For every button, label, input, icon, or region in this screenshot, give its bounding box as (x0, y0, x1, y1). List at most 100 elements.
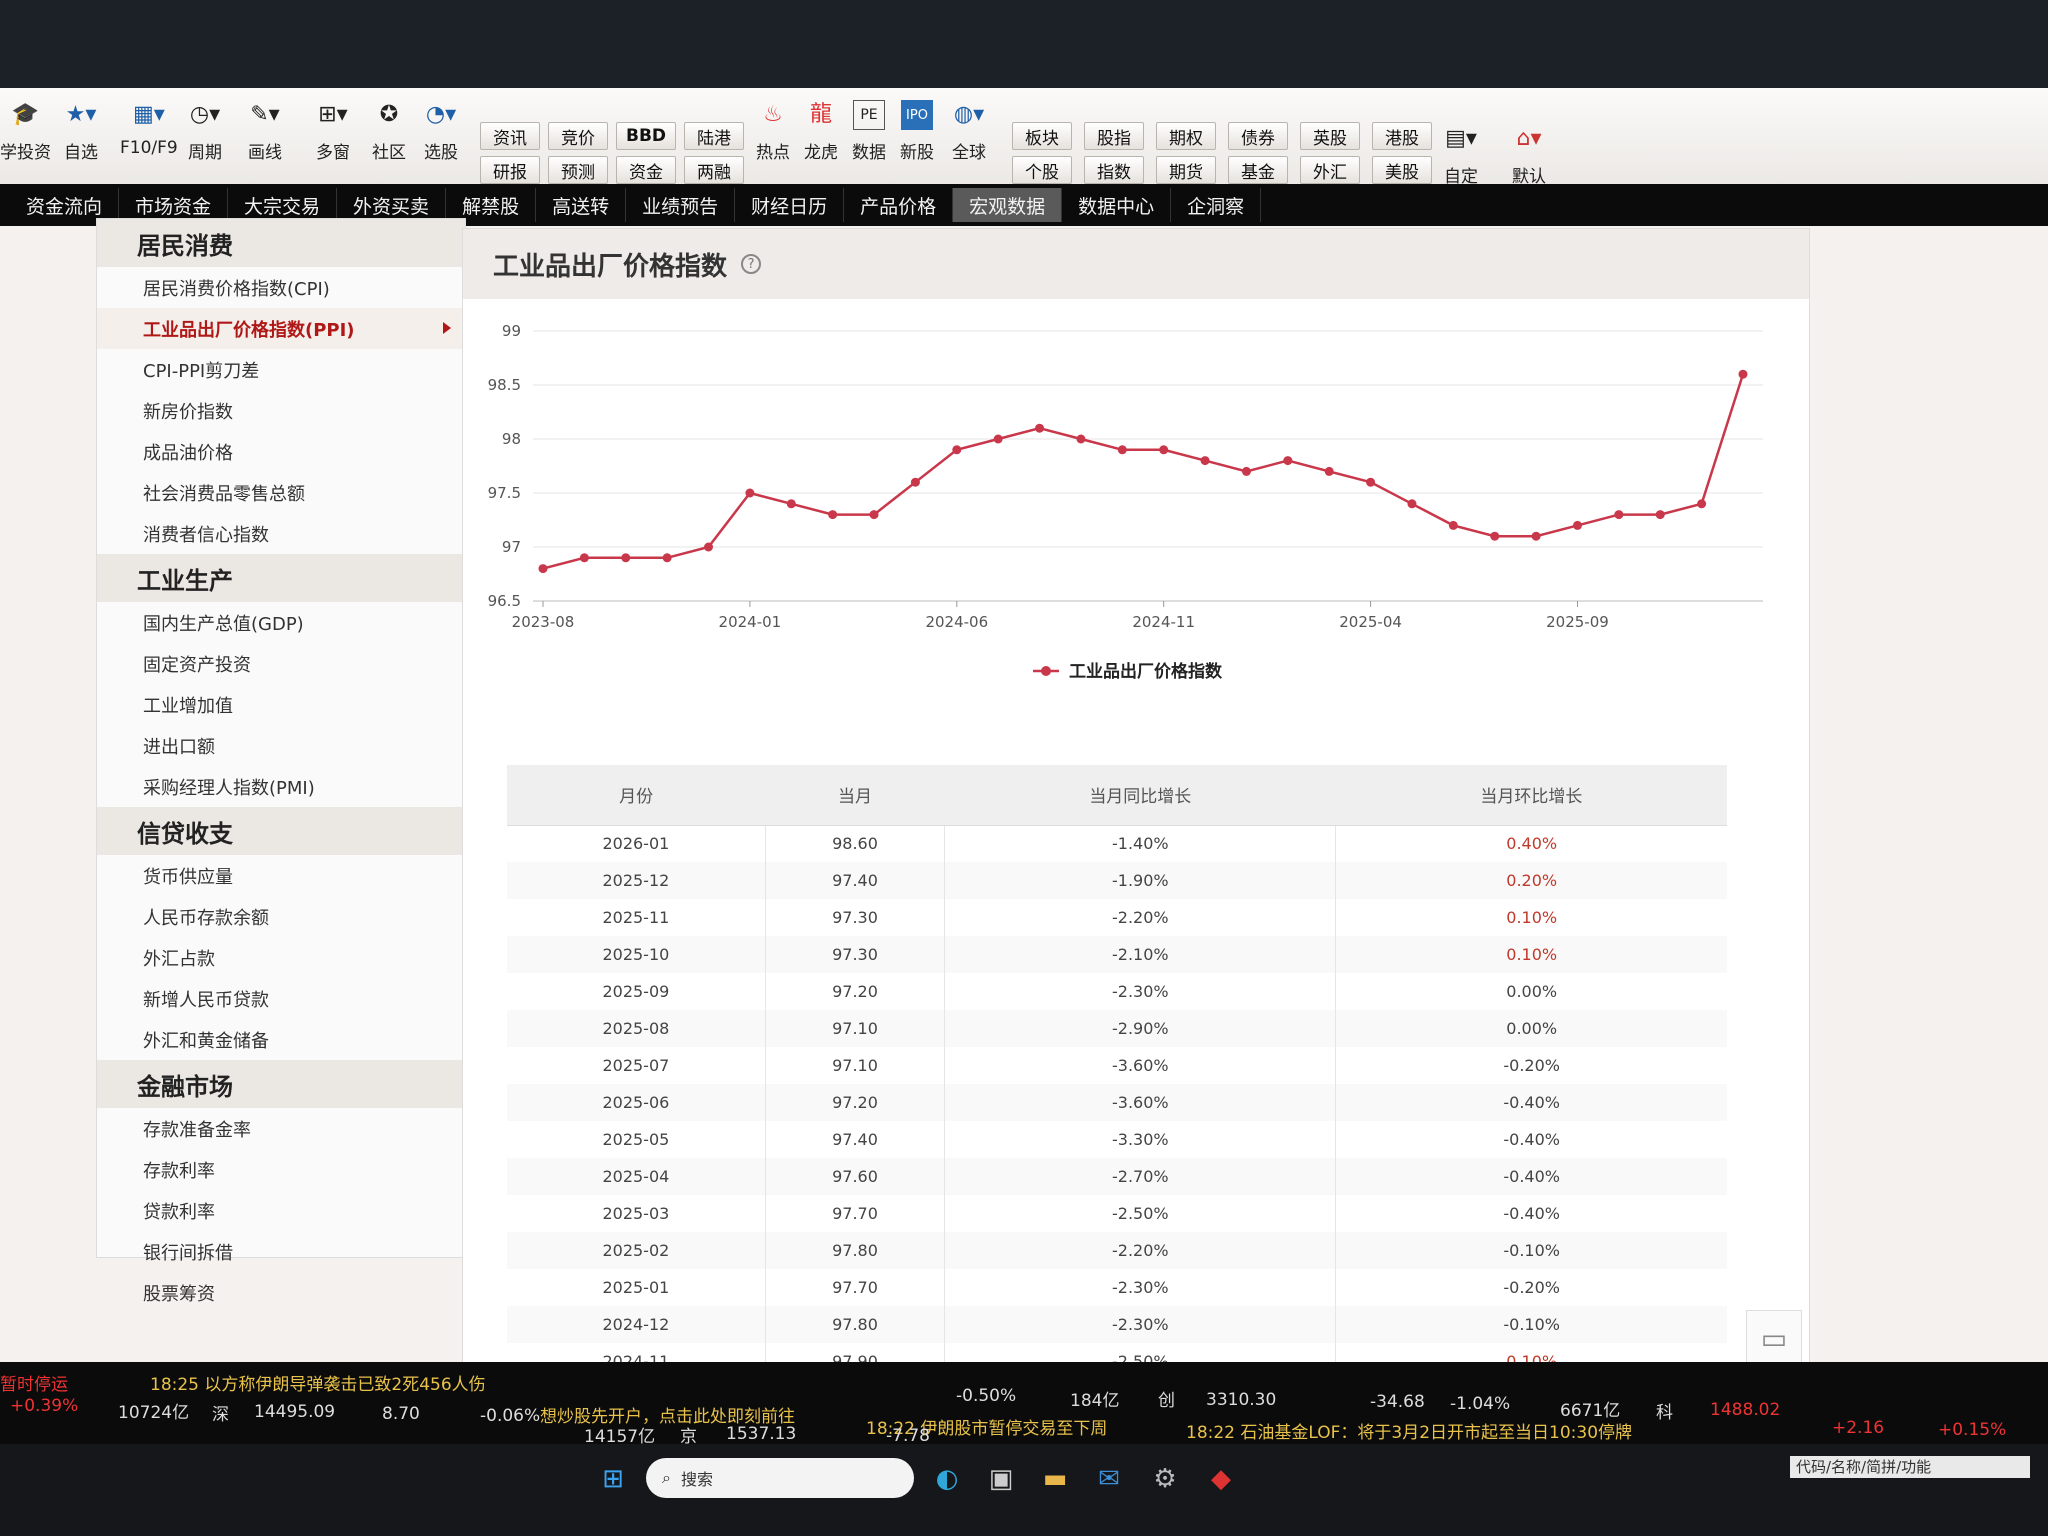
sidebar-item-money-supply[interactable]: 货币供应量 (97, 855, 465, 896)
settings-gear-icon[interactable]: ⚙ (1148, 1464, 1182, 1494)
sidebar-item-cpi-ppi-gap[interactable]: CPI-PPI剪刀差 (97, 349, 465, 390)
sidebar-item-interbank[interactable]: 银行间拆借 (97, 1231, 465, 1272)
nav-earnings-forecast[interactable]: 业绩预告 (626, 188, 736, 222)
nav-foreign-trades[interactable]: 外资买卖 (337, 188, 447, 222)
tool-default[interactable]: ⌂▾ 默认 (1512, 124, 1546, 188)
col-current[interactable]: 当月 (765, 765, 945, 826)
btn-funds[interactable]: 资金 (616, 156, 676, 184)
btn-forecast[interactable]: 预测 (548, 156, 608, 184)
sidebar-item-new-home-price[interactable]: 新房价指数 (97, 390, 465, 431)
sidebar-item-rrr[interactable]: 存款准备金率 (97, 1108, 465, 1149)
sidebar-item-gdp[interactable]: 国内生产总值(GDP) (97, 602, 465, 643)
sidebar-item-deposit-rate[interactable]: 存款利率 (97, 1149, 465, 1190)
btn-index[interactable]: 指数 (1084, 156, 1144, 184)
tool-ipo[interactable]: IPO 新股 (900, 100, 934, 163)
btn-hk-stocks[interactable]: 港股 (1372, 122, 1432, 150)
nav-block-trade[interactable]: 大宗交易 (228, 188, 338, 222)
windows-start-icon[interactable]: ⊞ (596, 1464, 630, 1494)
btn-futures[interactable]: 期货 (1156, 156, 1216, 184)
btn-us-stocks[interactable]: 美股 (1372, 156, 1432, 184)
btn-bonds[interactable]: 债券 (1228, 122, 1288, 150)
btn-hk-connect[interactable]: 陆港 (684, 122, 744, 150)
tool-watchlist[interactable]: ★▾ 自选 (64, 100, 98, 164)
sidebar-item-pmi[interactable]: 采购经理人指数(PMI) (97, 766, 465, 807)
tool-dragon-tiger[interactable]: 龍 龙虎 (804, 100, 838, 164)
data-point (910, 477, 920, 487)
col-month[interactable]: 月份 (507, 765, 766, 826)
nav-finance-calendar[interactable]: 财经日历 (735, 188, 845, 222)
sidebar-item-equity-financing[interactable]: 股票筹资 (97, 1272, 465, 1313)
section-title-financial-market: 金融市场 (97, 1060, 465, 1108)
store-icon[interactable]: ▣ (984, 1464, 1018, 1494)
edge-browser-icon[interactable]: ◐ (930, 1464, 964, 1494)
btn-auction[interactable]: 竞价 (548, 122, 608, 150)
sidebar-item-new-loans[interactable]: 新增人民币贷款 (97, 978, 465, 1019)
tool-f10[interactable]: ▦▾ F10/F9 (120, 100, 178, 159)
data-point (1655, 510, 1665, 520)
taskbar-search[interactable]: ⌕ 搜索 (646, 1458, 914, 1498)
btn-index-futures[interactable]: 股指 (1084, 122, 1144, 150)
nav-lockup-expiry[interactable]: 解禁股 (446, 188, 537, 222)
cell-current: 97.40 (765, 862, 946, 899)
data-point (1572, 520, 1582, 530)
sidebar-item-fx-holdings[interactable]: 外汇占款 (97, 937, 465, 978)
sidebar-item-import-export[interactable]: 进出口额 (97, 725, 465, 766)
btn-margin[interactable]: 两融 (684, 156, 744, 184)
news-ticker: 暂时停运 18:25 以方称伊朗导弹袭击已致2死456人伤 想炒股先开户，点击此… (0, 1362, 2048, 1447)
btn-uk-stocks[interactable]: 英股 (1300, 122, 1360, 150)
tool-stock-picker[interactable]: ◔▾ 选股 (424, 100, 458, 164)
tool-multiwindow[interactable]: ⊞▾ 多窗 (316, 100, 350, 164)
btn-research[interactable]: 研报 (480, 156, 540, 184)
nav-capital-flow[interactable]: 资金流向 (10, 188, 120, 222)
nav-macro-data[interactable]: 宏观数据 (953, 188, 1063, 222)
ticker-msg[interactable]: 18:22 石油基金LOF：将于3月2日开市起至当日10:30停牌 (1186, 1418, 1632, 1443)
tool-data[interactable]: PE 数据 (852, 100, 886, 163)
tool-draw[interactable]: ✎▾ 画线 (248, 100, 282, 164)
sidebar-item-loan-rate[interactable]: 贷款利率 (97, 1190, 465, 1231)
tool-learn-invest[interactable]: 🎓 学投资 (0, 100, 51, 164)
code-search-input[interactable]: 代码/名称/简拼/功能 (1790, 1456, 2030, 1478)
btn-fund[interactable]: 基金 (1228, 156, 1288, 184)
ticker-msg[interactable]: 18:25 以方称伊朗导弹袭击已致2死456人伤 (150, 1370, 486, 1395)
nav-bonus-shares[interactable]: 高送转 (536, 188, 627, 222)
sidebar-item-cpi[interactable]: 居民消费价格指数(CPI) (97, 267, 465, 308)
panel-header: 工业品出厂价格指数 ? (463, 229, 1809, 299)
help-icon[interactable]: ? (741, 254, 762, 274)
tool-global[interactable]: ◍▾ 全球 (952, 100, 986, 164)
cell-mom: -0.20% (1503, 1278, 1560, 1297)
btn-news[interactable]: 资讯 (480, 122, 540, 150)
col-mom[interactable]: 当月环比增长 (1335, 765, 1727, 826)
folder-icon[interactable]: ▬ (1038, 1464, 1072, 1494)
btn-forex[interactable]: 外汇 (1300, 156, 1360, 184)
sidebar-item-fuel-price[interactable]: 成品油价格 (97, 431, 465, 472)
star-folder-icon: ★▾ (65, 102, 97, 127)
sidebar-item-ppi[interactable]: 工业品出厂价格指数(PPI) (97, 308, 465, 349)
tool-period[interactable]: ◷▾ 周期 (188, 100, 222, 164)
tool-community[interactable]: ✪ 社区 (372, 100, 406, 164)
hot-icon: ♨ (763, 102, 783, 127)
sidebar-item-fixed-investment[interactable]: 固定资产投资 (97, 643, 465, 684)
mail-icon[interactable]: ✉ (1092, 1464, 1126, 1494)
cell-current: 97.80 (765, 1232, 946, 1269)
feedback-icon[interactable]: ▭ (1747, 1311, 1801, 1367)
nav-market-funds[interactable]: 市场资金 (119, 188, 229, 222)
tool-hot[interactable]: ♨ 热点 (756, 100, 790, 164)
nav-data-center[interactable]: 数据中心 (1062, 188, 1172, 222)
sidebar-item-consumer-confidence[interactable]: 消费者信心指数 (97, 513, 465, 554)
btn-options[interactable]: 期权 (1156, 122, 1216, 150)
col-yoy[interactable]: 当月同比增长 (944, 765, 1336, 826)
tool-customize[interactable]: ▤▾ 自定 (1444, 124, 1478, 188)
sidebar-item-industrial-value[interactable]: 工业增加值 (97, 684, 465, 725)
sidebar-item-fx-gold-reserves[interactable]: 外汇和黄金储备 (97, 1019, 465, 1060)
btn-sector[interactable]: 板块 (1012, 122, 1072, 150)
nav-product-price[interactable]: 产品价格 (844, 188, 954, 222)
trading-app-icon[interactable]: ◆ (1204, 1464, 1238, 1494)
sidebar-item-rmb-deposits[interactable]: 人民币存款余额 (97, 896, 465, 937)
ticker-value: -1.04% (1450, 1394, 1511, 1414)
btn-bbd[interactable]: BBD (616, 122, 676, 150)
sidebar-item-retail-sales[interactable]: 社会消费品零售总额 (97, 472, 465, 513)
nav-insight[interactable]: 企洞察 (1171, 188, 1262, 222)
cell-current: 97.80 (765, 1306, 946, 1343)
btn-stock[interactable]: 个股 (1012, 156, 1072, 184)
ticker-msg[interactable]: 暂时停运 (0, 1370, 68, 1395)
